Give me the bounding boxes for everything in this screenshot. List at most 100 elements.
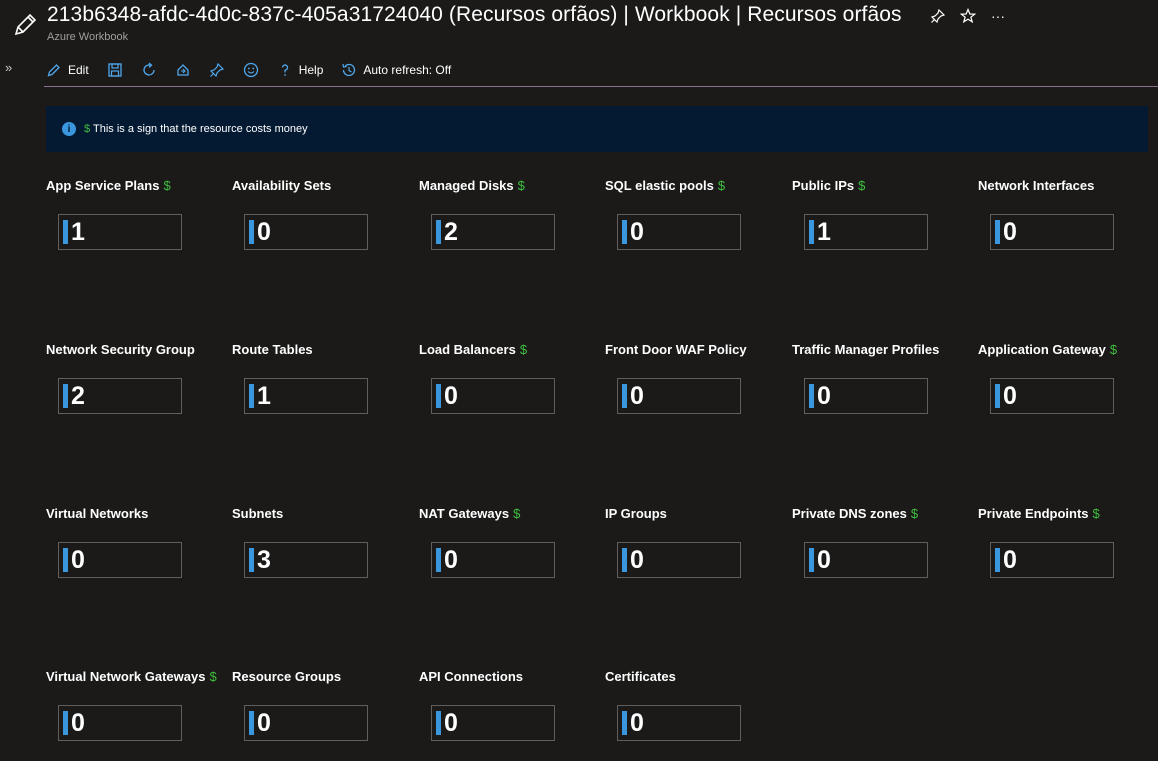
tile-value-box[interactable]: 0 bbox=[58, 705, 182, 741]
help-button[interactable]: Help bbox=[277, 58, 324, 82]
tile-value-box[interactable]: 0 bbox=[990, 378, 1114, 414]
tile-value-box[interactable]: 0 bbox=[617, 542, 741, 578]
pin-icon bbox=[209, 62, 224, 78]
tile-accent-bar bbox=[995, 548, 1000, 572]
resource-tile[interactable]: Managed Disks $2 bbox=[419, 178, 599, 258]
tile-value-box[interactable]: 2 bbox=[58, 378, 182, 414]
cost-dollar-icon: $ bbox=[858, 178, 866, 193]
resource-tile[interactable]: Front Door WAF Policy 0 bbox=[605, 342, 785, 422]
tile-label: Network Interfaces bbox=[978, 178, 1094, 193]
tile-value-box[interactable]: 0 bbox=[990, 542, 1114, 578]
cost-dollar-icon: $ bbox=[513, 506, 521, 521]
tile-count: 1 bbox=[71, 218, 85, 246]
resource-tile[interactable]: IP Groups 0 bbox=[605, 506, 785, 586]
tile-value-box[interactable]: 0 bbox=[990, 214, 1114, 250]
cost-dollar-icon: $ bbox=[717, 178, 726, 193]
tile-label: Private Endpoints $ bbox=[978, 506, 1100, 521]
tile-value-box[interactable]: 0 bbox=[431, 542, 555, 578]
resource-tile[interactable]: Load Balancers $0 bbox=[419, 342, 599, 422]
resource-tile[interactable]: Route Tables 1 bbox=[232, 342, 412, 422]
tile-count: 0 bbox=[444, 709, 458, 737]
resource-tile[interactable]: Resource Groups 0 bbox=[232, 669, 412, 749]
pin-button[interactable] bbox=[209, 58, 225, 82]
tile-label-text: API Connections bbox=[419, 669, 524, 684]
info-text: This is a sign that the resource costs m… bbox=[92, 123, 308, 135]
resource-tile[interactable]: Network Interfaces 0 bbox=[978, 178, 1158, 258]
tile-label: Network Security Group bbox=[46, 342, 195, 357]
refresh-button[interactable] bbox=[141, 58, 157, 82]
tile-label: Route Tables bbox=[232, 342, 313, 357]
resource-tile[interactable]: NAT Gateways $0 bbox=[419, 506, 599, 586]
tile-count: 0 bbox=[817, 382, 831, 410]
tile-value-box[interactable]: 0 bbox=[804, 542, 928, 578]
pin-icon[interactable] bbox=[930, 8, 946, 24]
feedback-button[interactable] bbox=[243, 58, 259, 82]
tile-label: Virtual Network Gateways $ bbox=[46, 669, 217, 684]
tile-value-box[interactable]: 2 bbox=[431, 214, 555, 250]
tile-count: 0 bbox=[817, 546, 831, 574]
resource-tile[interactable]: Traffic Manager Profiles 0 bbox=[792, 342, 972, 422]
tile-value-box[interactable]: 1 bbox=[58, 214, 182, 250]
tile-count: 0 bbox=[630, 218, 644, 246]
resource-tile[interactable]: SQL elastic pools $0 bbox=[605, 178, 785, 258]
tile-accent-bar bbox=[995, 220, 1000, 244]
auto-refresh-button[interactable]: Auto refresh: Off bbox=[341, 58, 451, 82]
info-message: $ This is a sign that the resource costs… bbox=[84, 123, 308, 135]
auto-refresh-icon bbox=[342, 63, 356, 77]
tile-label-text: Virtual Network Gateways bbox=[46, 669, 206, 684]
save-button[interactable] bbox=[107, 58, 123, 82]
tile-value-box[interactable]: 0 bbox=[431, 378, 555, 414]
edit-button[interactable]: Edit bbox=[46, 58, 89, 82]
tile-value-box[interactable]: 0 bbox=[617, 705, 741, 741]
resource-tile[interactable]: API Connections 0 bbox=[419, 669, 599, 749]
tile-accent-bar bbox=[63, 384, 68, 408]
tile-count: 0 bbox=[257, 709, 271, 737]
resource-tile[interactable]: Subnets 3 bbox=[232, 506, 412, 586]
resource-tile[interactable]: Private DNS zones $0 bbox=[792, 506, 972, 586]
star-icon[interactable] bbox=[959, 7, 977, 24]
tile-label-text: Route Tables bbox=[232, 342, 313, 357]
resource-tile[interactable]: App Service Plans $1 bbox=[46, 178, 226, 258]
tile-count: 0 bbox=[257, 218, 271, 246]
cost-dollar-icon: $ bbox=[519, 342, 528, 357]
tile-value-box[interactable]: 0 bbox=[804, 378, 928, 414]
tile-label: API Connections bbox=[419, 669, 523, 684]
resource-tile[interactable]: Virtual Network Gateways $ 0 bbox=[46, 669, 226, 749]
resource-tile[interactable]: Private Endpoints $ 0 bbox=[978, 506, 1158, 586]
tile-accent-bar bbox=[249, 548, 254, 572]
expand-sidebar-icon[interactable]: » bbox=[5, 60, 12, 75]
tile-value-box[interactable]: 1 bbox=[244, 378, 368, 414]
tile-count: 0 bbox=[444, 546, 458, 574]
share-button[interactable] bbox=[175, 58, 191, 82]
tile-label-text: Front Door WAF Policy bbox=[605, 342, 747, 357]
tile-value-box[interactable]: 3 bbox=[244, 542, 368, 578]
help-label: Help bbox=[298, 63, 324, 77]
tile-value-box[interactable]: 0 bbox=[617, 214, 741, 250]
tile-label-text: Resource Groups bbox=[232, 669, 342, 684]
tile-label-text: Subnets bbox=[232, 506, 284, 521]
tile-value-box[interactable]: 1 bbox=[804, 214, 928, 250]
resource-tile[interactable]: Public IPs $1 bbox=[792, 178, 972, 258]
resource-tile[interactable]: Network Security Group 2 bbox=[46, 342, 226, 422]
resource-tile[interactable]: Virtual Networks 0 bbox=[46, 506, 226, 586]
feedback-icon bbox=[243, 62, 258, 78]
tile-value-box[interactable]: 0 bbox=[244, 214, 368, 250]
tile-value-box[interactable]: 0 bbox=[58, 542, 182, 578]
pencil-icon bbox=[10, 10, 40, 40]
tile-value-box[interactable]: 0 bbox=[244, 705, 368, 741]
tile-accent-bar bbox=[63, 220, 68, 244]
tile-label: Certificates bbox=[605, 669, 676, 684]
tile-label-text: IP Groups bbox=[605, 506, 667, 521]
page-subtitle: Azure Workbook bbox=[47, 31, 129, 43]
tile-count: 1 bbox=[817, 218, 831, 246]
tile-label-text: Private Endpoints bbox=[978, 506, 1089, 521]
resource-tile[interactable]: Application Gateway $0 bbox=[978, 342, 1158, 422]
resource-tile[interactable]: Availability Sets 0 bbox=[232, 178, 412, 258]
tile-value-box[interactable]: 0 bbox=[431, 705, 555, 741]
more-icon[interactable]: ··· bbox=[990, 8, 1006, 24]
tile-accent-bar bbox=[809, 384, 814, 408]
share-icon bbox=[177, 64, 189, 76]
resource-tile[interactable]: Certificates 0 bbox=[605, 669, 785, 749]
tile-value-box[interactable]: 0 bbox=[617, 378, 741, 414]
tile-count: 0 bbox=[630, 382, 644, 410]
